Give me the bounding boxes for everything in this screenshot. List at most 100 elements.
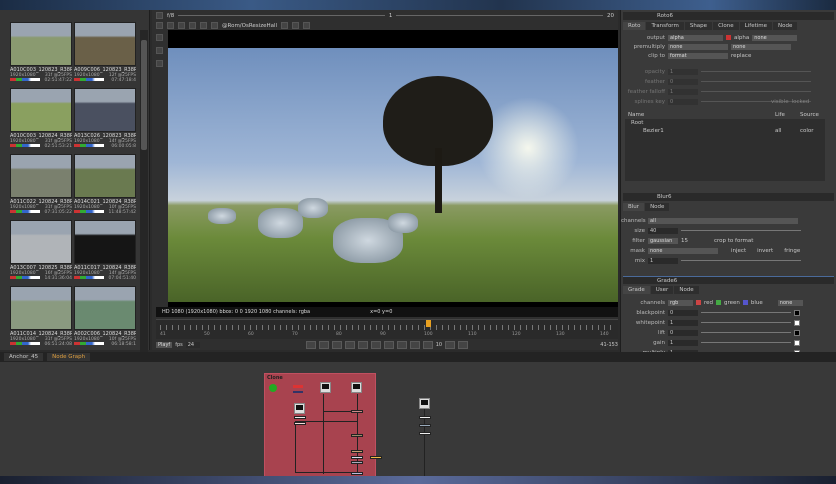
tab-clone[interactable]: Clone [713, 22, 739, 30]
param-field[interactable]: 1 [668, 88, 698, 95]
green-checkbox[interactable] [716, 300, 722, 305]
points-tool-icon[interactable] [156, 47, 163, 54]
wipe-icon[interactable] [200, 22, 207, 29]
node[interactable] [294, 422, 306, 425]
clip-thumbnail[interactable]: A011C022_120824_R38R 1920x1080 31f @25FPS… [10, 154, 72, 218]
node-title[interactable]: Blur6 [657, 194, 672, 200]
alpha-checkbox[interactable] [726, 35, 731, 40]
step-forward-button[interactable] [383, 341, 394, 349]
clip-thumbnail[interactable]: A010C003_120824_R38R 1920x1080 31f @25FPS… [10, 88, 72, 152]
next-keyframe-button[interactable] [396, 341, 407, 349]
pen-icon[interactable] [167, 22, 174, 29]
fps-field[interactable]: 24 [185, 342, 200, 348]
clip-thumbnail[interactable]: A013C026_120823_R38R 1920x1080 14f @25FPS… [74, 88, 136, 152]
first-frame-button[interactable] [305, 341, 316, 349]
clip-thumbnail[interactable]: A010C003_120823_R38R 1920x1080 31f @25FPS… [10, 22, 72, 86]
color-swatch[interactable] [794, 329, 800, 336]
mix-slider[interactable] [681, 260, 801, 261]
red-checkbox[interactable] [696, 300, 701, 305]
clip-thumbnail[interactable]: A009C006_120823_R38R 1920x1080 12f @25FPS… [74, 22, 136, 86]
alpha-channel-dropdown[interactable]: none [777, 299, 803, 306]
list-item[interactable]: Bezier1 all color [625, 127, 825, 135]
select-tool-icon[interactable] [156, 34, 163, 41]
tab-node-graph[interactable]: Node Graph [47, 353, 91, 361]
tab-node[interactable]: Node [674, 286, 699, 294]
dot-node[interactable] [293, 385, 303, 388]
tab-node[interactable]: Node [645, 203, 670, 211]
node-title[interactable]: Roto6 [657, 13, 673, 19]
param-slider[interactable] [701, 71, 811, 72]
dot-node[interactable] [293, 391, 303, 393]
size-field[interactable]: 40 [648, 227, 678, 234]
backdrop-node[interactable]: Clone [264, 373, 382, 477]
inject-checkbox[interactable]: inject [731, 248, 746, 254]
crop-to-format-checkbox[interactable]: crop to format [714, 238, 753, 244]
write-node[interactable] [370, 456, 382, 459]
clip-thumbnail[interactable]: A014C021_120824_R38R 1920x1080 10f @25FPS… [74, 154, 136, 218]
compare-icon[interactable] [211, 22, 218, 29]
step-minus-button[interactable] [422, 341, 433, 349]
overlay-icon[interactable] [292, 22, 300, 29]
last-frame-button[interactable] [409, 341, 420, 349]
clip-thumbnail[interactable]: A013C007_120825_R38R 1920x1080 16f @25FPS… [10, 220, 72, 284]
param-field[interactable]: 1 [668, 319, 698, 326]
color-swatch[interactable] [794, 319, 800, 326]
param-slider[interactable] [701, 312, 791, 313]
locked-checkbox[interactable]: locked [792, 99, 810, 105]
channels-dropdown[interactable]: rgb [668, 299, 693, 306]
param-slider[interactable] [701, 332, 791, 333]
merge-node[interactable] [351, 410, 363, 413]
fringe-checkbox[interactable]: fringe [784, 248, 800, 254]
node[interactable] [351, 472, 363, 475]
tab-transform[interactable]: Transform [646, 22, 684, 30]
node[interactable] [351, 461, 363, 464]
premultiply-dropdown[interactable]: none [668, 43, 728, 50]
quality-field[interactable]: 15 [681, 238, 711, 244]
blur-node[interactable] [351, 434, 363, 437]
list-item[interactable]: Root [625, 119, 825, 127]
loop-button[interactable] [458, 341, 469, 349]
bezier-tool-icon[interactable] [156, 60, 163, 67]
viewer-lut[interactable]: @Rom/OsResizeHall [222, 23, 277, 29]
param-field[interactable]: 0 [668, 309, 698, 316]
param-slider[interactable] [701, 81, 811, 82]
read-node[interactable] [419, 398, 430, 409]
replace-checkbox[interactable]: replace [731, 53, 751, 59]
grade-node[interactable] [351, 450, 363, 453]
frame-range[interactable]: 41-153 [600, 342, 618, 348]
color-swatch[interactable] [794, 309, 800, 316]
read-node[interactable] [320, 382, 331, 393]
mix-field[interactable]: 1 [648, 257, 678, 264]
size-slider[interactable] [681, 230, 801, 231]
scroll-thumb[interactable] [141, 40, 147, 150]
viewer-canvas[interactable] [168, 30, 618, 310]
prev-keyframe-button[interactable] [318, 341, 329, 349]
tab-node[interactable]: Node [773, 22, 798, 30]
tab-blur[interactable]: Blur [623, 203, 645, 211]
blue-checkbox[interactable] [742, 300, 748, 305]
param-field[interactable]: 0 [668, 98, 698, 105]
bin-scrollbar[interactable] [140, 30, 148, 355]
tab-shape[interactable]: Shape [684, 22, 713, 30]
roi-icon[interactable] [156, 22, 163, 29]
color-swatch[interactable] [794, 339, 800, 346]
end-frame[interactable]: 20 [607, 13, 614, 19]
param-slider[interactable] [701, 342, 791, 343]
output2-dropdown[interactable]: none [752, 34, 798, 41]
tab-grade[interactable]: Grade [623, 286, 650, 294]
clip-to-dropdown[interactable]: format [668, 52, 728, 59]
clip-icon[interactable] [281, 22, 289, 29]
frame-increment[interactable]: 10 [436, 342, 442, 348]
read-node[interactable] [351, 382, 362, 393]
play-backward-button[interactable] [344, 341, 355, 349]
gamma-slider[interactable] [396, 15, 604, 16]
step-back-button[interactable] [331, 341, 342, 349]
proxy-icon[interactable] [178, 22, 185, 29]
param-slider[interactable] [701, 322, 791, 323]
node[interactable] [351, 456, 363, 459]
fstop-label[interactable]: f/8 [167, 13, 174, 19]
filter-dropdown[interactable]: gaussian [648, 237, 678, 244]
clip-thumbnail[interactable]: A002C006_120824_R38R 1920x1080 10f @25FPS… [74, 286, 136, 350]
clip-thumbnail[interactable]: A011C014_120824_R38R 1920x1080 31f @25FPS… [10, 286, 72, 350]
stop-button[interactable] [357, 341, 368, 349]
